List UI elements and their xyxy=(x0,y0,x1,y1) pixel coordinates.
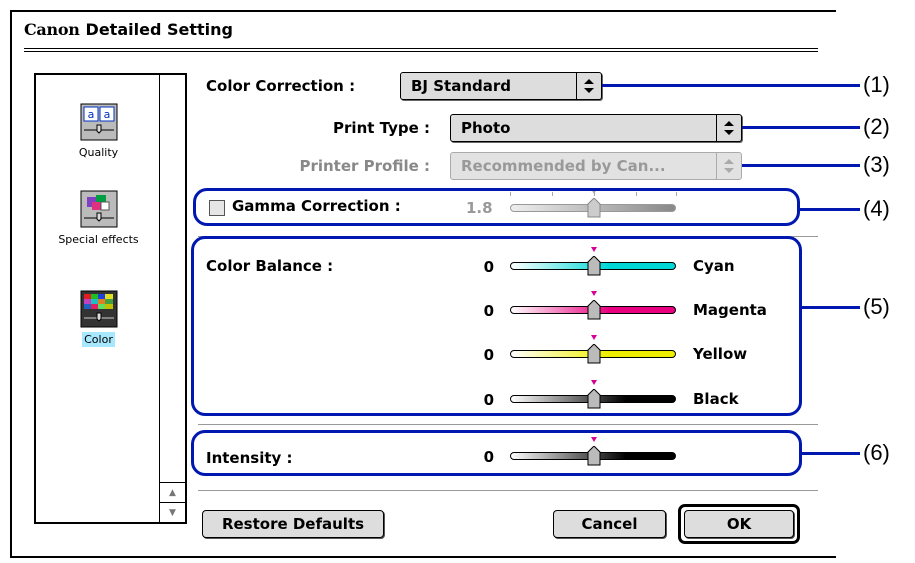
callout-line-5 xyxy=(802,306,860,309)
title-rule-bottom xyxy=(24,51,818,52)
dialog-title-text: Detailed Setting xyxy=(85,20,233,39)
title-rule-top xyxy=(24,48,818,49)
callout-label-2: (2) xyxy=(863,114,890,139)
separator xyxy=(198,424,818,425)
sidebar-scrollbar[interactable]: ▲ ▼ xyxy=(159,75,185,522)
scroll-up-arrow[interactable]: ▲ xyxy=(160,482,185,502)
printer-profile-value: Recommended by Can... xyxy=(461,157,666,175)
canon-logo: Canon xyxy=(24,20,80,39)
callout-label-5: (5) xyxy=(863,294,890,319)
print-type-popup[interactable]: Photo xyxy=(450,114,742,142)
callout-line-4 xyxy=(800,208,860,211)
callout-line-1 xyxy=(602,84,860,87)
callout-box-color-balance xyxy=(191,236,802,416)
callout-line-2 xyxy=(742,126,860,129)
color-correction-value: BJ Standard xyxy=(411,77,512,95)
special-effects-icon xyxy=(80,190,117,228)
print-type-value: Photo xyxy=(461,119,511,137)
popup-arrows-icon xyxy=(716,115,741,141)
svg-text:a: a xyxy=(103,108,110,121)
sidebar-item-label: Color xyxy=(82,332,115,347)
sidebar-item-label: Quality xyxy=(78,146,119,159)
callout-label-1: (1) xyxy=(863,72,890,97)
color-icon xyxy=(80,290,117,328)
separator xyxy=(198,490,818,491)
restore-defaults-button[interactable]: Restore Defaults xyxy=(202,510,384,538)
dialog-title: Canon Detailed Setting xyxy=(24,20,233,39)
callout-box-intensity xyxy=(191,430,802,476)
popup-arrows-icon xyxy=(716,153,741,179)
color-correction-label: Color Correction : xyxy=(206,77,356,95)
callout-line-6 xyxy=(802,452,860,455)
cancel-button[interactable]: Cancel xyxy=(553,510,666,538)
callout-box-gamma xyxy=(193,188,800,226)
callout-line-3 xyxy=(742,164,860,167)
ok-button[interactable]: OK xyxy=(684,510,794,538)
color-correction-popup[interactable]: BJ Standard xyxy=(400,72,602,100)
quality-icon: a a xyxy=(80,103,117,141)
callout-label-4: (4) xyxy=(863,196,890,221)
callout-label-3: (3) xyxy=(863,152,890,177)
popup-arrows-icon xyxy=(576,73,601,99)
sidebar-item-special-effects[interactable]: Special effects xyxy=(36,190,161,247)
scroll-down-arrow[interactable]: ▼ xyxy=(160,502,185,522)
callout-label-6: (6) xyxy=(863,440,890,465)
print-type-label: Print Type : xyxy=(333,119,430,137)
sidebar-item-color[interactable]: Color xyxy=(36,290,161,347)
printer-profile-label: Printer Profile : xyxy=(299,157,430,175)
category-list: a a Quality Special effects Color ▲ ▼ xyxy=(34,73,187,524)
svg-text:a: a xyxy=(87,108,94,121)
printer-profile-popup[interactable]: Recommended by Can... xyxy=(450,152,742,180)
category-items: a a Quality Special effects Color xyxy=(36,75,161,522)
sidebar-item-quality[interactable]: a a Quality xyxy=(36,103,161,160)
sidebar-item-label: Special effects xyxy=(58,233,139,246)
